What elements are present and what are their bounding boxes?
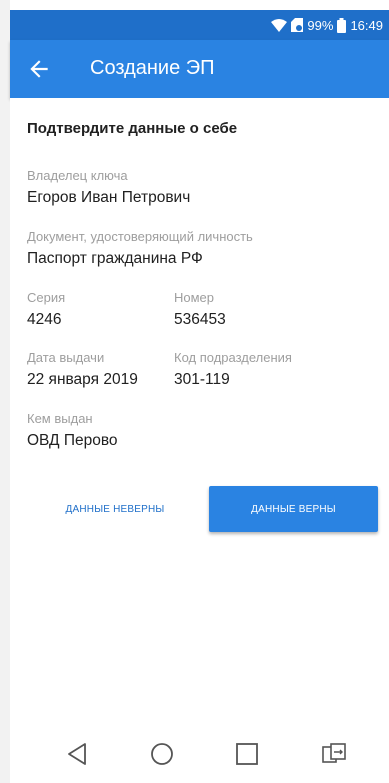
battery-percent: 99% [307, 17, 334, 33]
wifi-icon [271, 18, 288, 32]
owner-value: Егоров Иван Петрович [27, 189, 191, 206]
issue-date-label: Дата выдачи [27, 350, 105, 365]
square-recents-icon [236, 743, 258, 765]
nav-switch-button[interactable] [319, 739, 349, 769]
document-label: Документ, удостоверяющий личность [27, 229, 253, 244]
nav-back-button[interactable] [63, 739, 93, 769]
system-navigation-bar [10, 723, 389, 783]
circle-home-icon [151, 743, 173, 765]
status-time: 16:49 [350, 17, 383, 33]
number-label: Номер [174, 290, 215, 305]
battery-icon [337, 17, 347, 33]
document-value: Паспорт гражданина РФ [27, 250, 203, 267]
owner-label: Владелец ключа [27, 168, 128, 183]
page-title: Создание ЭП [90, 57, 215, 79]
nav-recents-button[interactable] [232, 739, 262, 769]
status-bar: 99% 16:49 [10, 10, 389, 40]
issued-by-value: ОВД Перово [27, 432, 118, 449]
department-code-label: Код подразделения [174, 350, 292, 365]
series-value: 4246 [27, 311, 62, 328]
confirm-data-screen: Подтвердите данные о себе Владелец ключа… [10, 98, 389, 723]
nav-home-button[interactable] [147, 739, 177, 769]
sim-icon [291, 18, 304, 32]
data-correct-button[interactable]: ДАННЫЕ ВЕРНЫ [209, 486, 378, 532]
issued-by-label: Кем выдан [27, 411, 93, 426]
dual-app-icon [322, 743, 346, 763]
issue-date-value: 22 января 2019 [27, 371, 138, 388]
department-code-value: 301-119 [174, 371, 230, 388]
form-heading: Подтвердите данные о себе [27, 120, 238, 137]
triangle-back-icon [68, 743, 86, 765]
series-label: Серия [27, 290, 66, 305]
app-bar: Создание ЭП [10, 40, 389, 98]
data-incorrect-button[interactable]: ДАННЫЕ НЕВЕРНЫ [50, 486, 180, 532]
left-frame-edge [0, 0, 10, 783]
number-value: 536453 [174, 311, 226, 328]
arrow-left-icon [30, 60, 48, 78]
back-button[interactable] [26, 56, 52, 82]
